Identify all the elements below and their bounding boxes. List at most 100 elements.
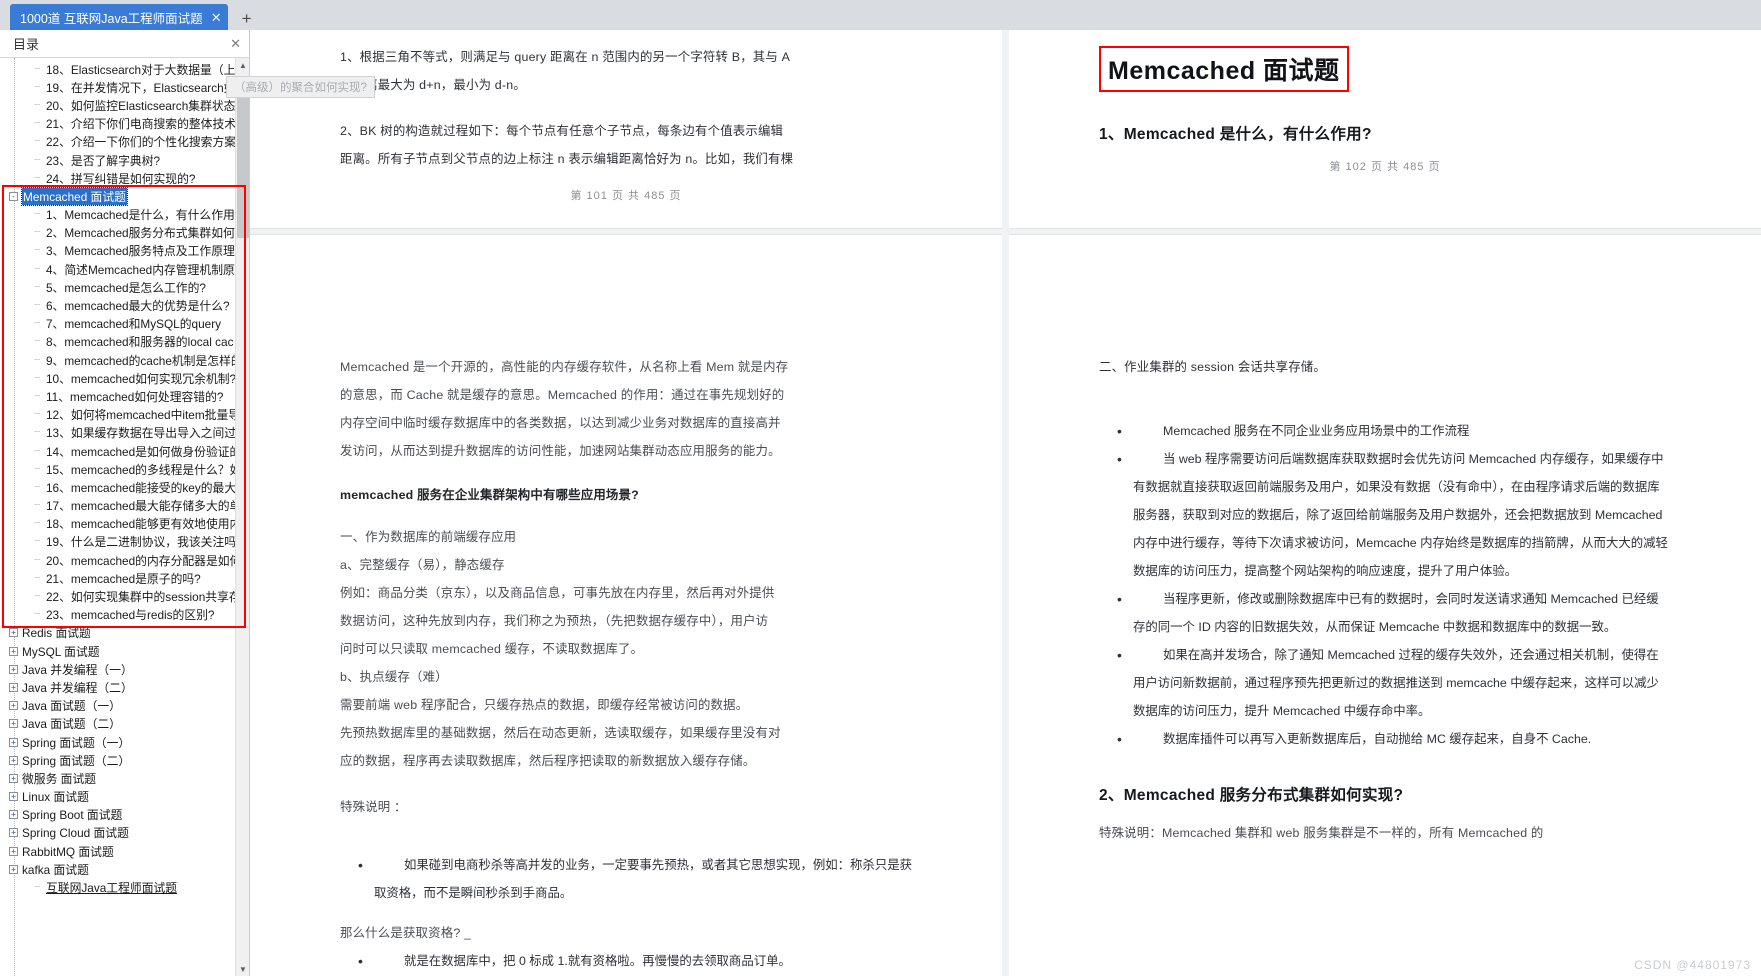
tree-item[interactable]: + Java 面试题（一） bbox=[0, 697, 249, 715]
plus-icon[interactable]: + bbox=[242, 10, 252, 27]
tree-item-label: 20、memcached的内存分配器是如何 bbox=[46, 553, 242, 568]
tree-item[interactable]: ┈ 10、memcached如何实现冗余机制? bbox=[0, 369, 249, 387]
expand-icon[interactable]: + bbox=[9, 810, 18, 820]
tree-item[interactable]: ┈ 20、memcached的内存分配器是如何 bbox=[0, 551, 249, 569]
tree-connector-icon: ┈ bbox=[34, 572, 41, 584]
expand-icon[interactable]: + bbox=[9, 864, 18, 874]
chevron-down-icon[interactable]: ▼ bbox=[236, 962, 250, 976]
tree-item[interactable]: + Spring Cloud 面试题 bbox=[0, 824, 249, 842]
tree-item[interactable]: ┈ 15、memcached的多线程是什么？如何使用? bbox=[0, 460, 249, 478]
paragraph: b、执点缓存（难） bbox=[340, 670, 448, 684]
tree-item[interactable]: ┈ 17、memcached最大能存储多大的单个 bbox=[0, 497, 249, 515]
tree-item-label: 10、memcached如何实现冗余机制? bbox=[46, 371, 237, 386]
collapse-icon[interactable]: - bbox=[9, 191, 18, 201]
tree-item[interactable]: ┈ 20、如何监控Elasticsearch集群状态? bbox=[0, 96, 249, 114]
expand-icon[interactable]: + bbox=[9, 628, 18, 638]
tree-item[interactable]: ┈ 24、拼写纠错是如何实现的? bbox=[0, 169, 249, 187]
tree-item[interactable]: ┈ 5、memcached是怎么工作的? bbox=[0, 278, 249, 296]
tree-item[interactable]: + Spring 面试题（二） bbox=[0, 751, 249, 769]
document-viewer[interactable]: 1、根据三角不等式，则满足与 query 距离在 n 范围内的另一个字符转 B，… bbox=[250, 30, 1761, 976]
tree-item[interactable]: + Spring Boot 面试题 bbox=[0, 806, 249, 824]
tree-connector-icon: ┈ bbox=[34, 300, 41, 312]
tree-item[interactable]: + Redis 面试题 bbox=[0, 624, 249, 642]
expand-icon[interactable]: + bbox=[9, 682, 18, 692]
tree-connector-icon: ┈ bbox=[34, 118, 41, 130]
page-footer: 第 102 页 共 485 页 bbox=[1329, 161, 1441, 173]
tree-item[interactable]: ┈ 7、memcached和MySQL的query bbox=[0, 315, 249, 333]
tree-item[interactable]: - Memcached 面试题 bbox=[0, 186, 249, 206]
tree-item-tooltip: （高级）的聚合如何实现? bbox=[226, 76, 375, 98]
expand-icon[interactable]: + bbox=[9, 755, 18, 765]
tree-item[interactable]: ┈ 14、memcached是如何做身份验证的? bbox=[0, 442, 249, 460]
tree-item-label: 14、memcached是如何做身份验证的? bbox=[46, 444, 248, 459]
tree-connector-icon: ┈ bbox=[34, 99, 41, 111]
tree-connector-icon: ┈ bbox=[34, 154, 41, 166]
tree-item[interactable]: ┈ 23、memcached与redis的区别? bbox=[0, 606, 249, 624]
tree-item-label: Spring 面试题（二） bbox=[22, 753, 131, 768]
tree-item-label: kafka 面试题 bbox=[22, 862, 89, 877]
tree-item[interactable]: ┈ 23、是否了解字典树? bbox=[0, 151, 249, 169]
tree-item-label: 19、在并发情况下，Elasticsearch如果保证读写一致? bbox=[46, 80, 249, 95]
browser-tab[interactable]: 1000道 互联网Java工程师面试题 ✕ bbox=[10, 4, 228, 30]
tree-item[interactable]: ┈ 18、Elasticsearch对于大数据量（上亿量级）的聚合如何实现? bbox=[0, 60, 249, 78]
tree-item[interactable]: + RabbitMQ 面试题 bbox=[0, 842, 249, 860]
tree-item[interactable]: ┈ 12、如何将memcached中item批量导出导入? bbox=[0, 406, 249, 424]
tree-item[interactable]: ┈ 19、什么是二进制协议，我该关注吗? bbox=[0, 533, 249, 551]
expand-icon[interactable]: + bbox=[9, 846, 18, 856]
tree-connector-icon: ┈ bbox=[34, 281, 41, 293]
tree-item[interactable]: + Spring 面试题（一） bbox=[0, 733, 249, 751]
paragraph: 例如：商品分类（京东），以及商品信息，可事先放在内存里，然后再对外提供 bbox=[340, 586, 775, 600]
tree-item[interactable]: ┈ 13、如果缓存数据在导出导入之间过期 bbox=[0, 424, 249, 442]
tree-item[interactable]: ┈ 3、Memcached服务特点及工作原理是什么? bbox=[0, 242, 249, 260]
outline-tree[interactable]: ┈ 18、Elasticsearch对于大数据量（上亿量级）的聚合如何实现? ┈ 19… bbox=[0, 58, 249, 976]
page-title: Memcached 面试题 bbox=[1108, 57, 1340, 85]
tree-item[interactable]: ┈ 21、介绍下你们电商搜索的整体技术架构。 bbox=[0, 115, 249, 133]
close-icon[interactable]: ✕ bbox=[211, 11, 222, 24]
tree-item[interactable]: ┈ 19、在并发情况下，Elasticsearch如果保证读写一致? bbox=[0, 78, 249, 96]
expand-icon[interactable]: + bbox=[9, 792, 18, 802]
tree-item[interactable]: + Linux 面试题 bbox=[0, 788, 249, 806]
close-icon[interactable]: ✕ bbox=[230, 36, 241, 52]
tree-item[interactable]: + MySQL 面试题 bbox=[0, 642, 249, 660]
tree-item-label: MySQL 面试题 bbox=[22, 644, 100, 659]
tree-connector-icon: ┈ bbox=[34, 354, 41, 366]
tree-item[interactable]: ┈ 18、memcached能够更有效地使用内存 bbox=[0, 515, 249, 533]
tree-item-label: 1、Memcached是什么，有什么作用 bbox=[46, 208, 235, 223]
tree-item-label: 12、如何将memcached中item批量导出导入? bbox=[46, 408, 249, 423]
tree-connector-icon: ┈ bbox=[34, 463, 41, 475]
tree-item[interactable]: ┈ 互联网Java工程师面试题 bbox=[0, 878, 249, 896]
expand-icon[interactable]: + bbox=[9, 828, 18, 838]
scrollbar-thumb[interactable] bbox=[237, 88, 249, 238]
tree-item[interactable]: ┈ 4、简述Memcached内存管理机制原理? bbox=[0, 260, 249, 278]
expand-icon[interactable]: + bbox=[9, 737, 18, 747]
expand-icon[interactable]: + bbox=[9, 646, 18, 656]
tree-item[interactable]: ┈ 2、Memcached服务分布式集群如何实现? bbox=[0, 224, 249, 242]
tree-item[interactable]: + Java 面试题（二） bbox=[0, 715, 249, 733]
tree-item-label: 18、memcached能够更有效地使用内存 bbox=[46, 517, 249, 532]
tree-item[interactable]: ┈ 9、memcached的cache机制是怎样的? bbox=[0, 351, 249, 369]
tree-item[interactable]: ┈ 11、memcached如何处理容错的? bbox=[0, 387, 249, 405]
sidebar-scrollbar[interactable]: ▲ ▼ bbox=[235, 58, 249, 976]
chevron-up-icon[interactable]: ▲ bbox=[236, 58, 250, 72]
tree-item-label: 3、Memcached服务特点及工作原理是什么? bbox=[46, 244, 249, 259]
tree-item[interactable]: + 微服务 面试题 bbox=[0, 769, 249, 787]
expand-icon[interactable]: + bbox=[9, 664, 18, 674]
expand-icon[interactable]: + bbox=[9, 701, 18, 711]
expand-icon[interactable]: + bbox=[9, 773, 18, 783]
tree-item[interactable]: ┈ 1、Memcached是什么，有什么作用 bbox=[0, 206, 249, 224]
tree-item[interactable]: ┈ 8、memcached和服务器的local cac bbox=[0, 333, 249, 351]
tree-item[interactable]: + Java 并发编程（二） bbox=[0, 678, 249, 696]
document-page-102: Memcached 面试题 1、Memcached 是什么，有什么作用? 第 1… bbox=[1009, 30, 1761, 228]
tree-item[interactable]: ┈ 22、介绍一下你们的个性化搜索方案? bbox=[0, 133, 249, 151]
expand-icon[interactable]: + bbox=[9, 719, 18, 729]
page-column-right: Memcached 面试题 1、Memcached 是什么，有什么作用? 第 1… bbox=[1009, 30, 1761, 976]
tree-item[interactable]: ┈ 16、memcached能接受的key的最大长度 bbox=[0, 478, 249, 496]
tree-connector-icon: ┈ bbox=[34, 209, 41, 221]
tree-item[interactable]: + Java 并发编程（一） bbox=[0, 660, 249, 678]
tree-item[interactable]: ┈ 6、memcached最大的优势是什么? bbox=[0, 296, 249, 314]
paragraph: 数据访问，这种先放到内存，我们称之为预热，（先把数据存缓存中），用户访 bbox=[340, 614, 769, 628]
document-page-103: Memcached 是一个开源的，高性能的内存缓存软件，从名称上看 Mem 就是… bbox=[250, 235, 1002, 976]
tree-item[interactable]: ┈ 21、memcached是原子的吗? bbox=[0, 569, 249, 587]
tree-item[interactable]: ┈ 22、如何实现集群中的session共享存储 bbox=[0, 587, 249, 605]
tree-item[interactable]: + kafka 面试题 bbox=[0, 860, 249, 878]
